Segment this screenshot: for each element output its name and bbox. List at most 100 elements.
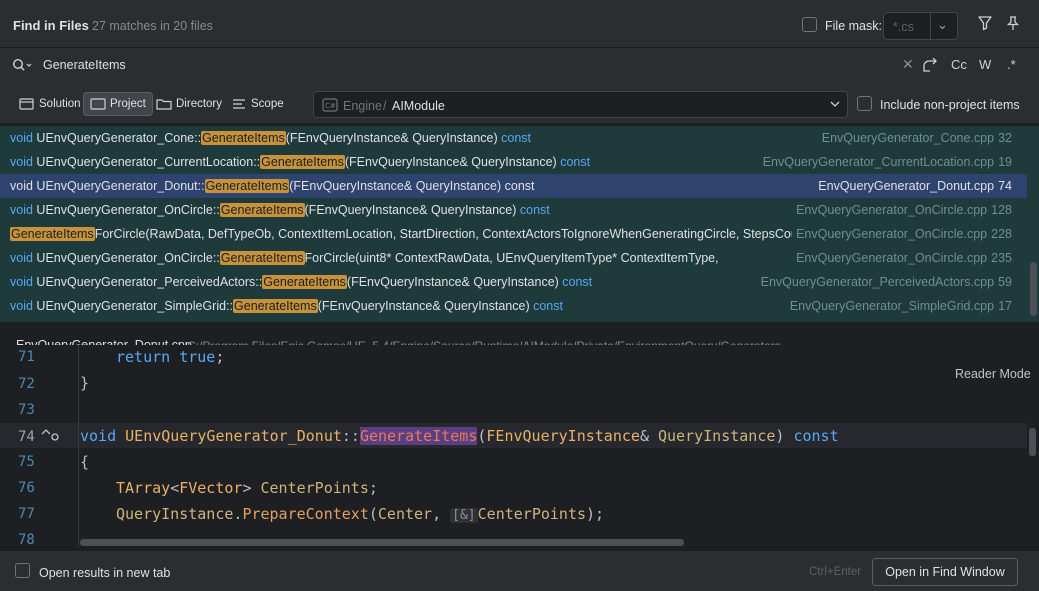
- override-icon[interactable]: [40, 427, 60, 443]
- result-prefix: UEnvQueryGenerator_Donut::: [32, 179, 205, 193]
- new-tab-checkbox[interactable]: [15, 563, 30, 578]
- result-row[interactable]: void UEnvQueryGenerator_PerceivedActors:…: [0, 270, 1027, 294]
- result-match: GenerateItems: [219, 203, 305, 217]
- scope-bar: Solution Project Directory Scope C# Engi…: [0, 84, 1039, 124]
- new-tab-label: Open results in new tab: [39, 566, 171, 580]
- result-keyword: void: [10, 275, 33, 289]
- search-input[interactable]: GenerateItems: [43, 58, 126, 72]
- result-match: GenerateItems: [260, 155, 345, 169]
- scope-directory-label: Directory: [176, 98, 223, 110]
- reader-mode-toggle[interactable]: Reader Mode: [955, 367, 1031, 381]
- scope-project-button[interactable]: Project: [83, 92, 153, 116]
- file-mask-input[interactable]: *.cs ⌄: [883, 12, 958, 40]
- include-non-project-label: Include non-project items: [880, 98, 1020, 112]
- result-line: 32: [998, 131, 1012, 145]
- result-file: EnvQueryGenerator_PerceivedActors.cpp: [760, 275, 995, 289]
- result-row[interactable]: void UEnvQueryGenerator_Donut::GenerateI…: [0, 174, 1027, 198]
- regex-toggle[interactable]: .*: [1007, 57, 1016, 72]
- result-keyword: const: [560, 155, 591, 169]
- file-mask-checkbox[interactable]: [802, 17, 817, 32]
- scope-solution-button[interactable]: Solution: [13, 92, 87, 116]
- chevron-down-icon[interactable]: ⌄: [937, 17, 948, 33]
- result-line: 74: [998, 179, 1012, 193]
- cpp-module-icon: C#: [322, 98, 338, 112]
- shortcut-hint: Ctrl+Enter: [809, 566, 862, 578]
- file-mask-divider: [930, 13, 931, 39]
- svg-text:C#: C#: [325, 102, 336, 110]
- result-suffix: (FEnvQueryInstance& QueryInstance): [346, 275, 563, 289]
- result-keyword: void: [10, 179, 33, 193]
- results-scrollbar[interactable]: [1030, 262, 1037, 316]
- code-line: void UEnvQueryGenerator_Donut::GenerateI…: [80, 427, 839, 445]
- clear-icon[interactable]: ✕: [902, 56, 914, 73]
- result-line: 228: [991, 227, 1012, 241]
- code-line: TArray<FVector> CenterPoints;: [116, 479, 378, 497]
- result-line: 59: [998, 275, 1012, 289]
- result-code: void UEnvQueryGenerator_Donut::GenerateI…: [10, 179, 535, 193]
- result-row[interactable]: void UEnvQueryGenerator_Cone::GenerateIt…: [0, 126, 1027, 150]
- editor-hscrollbar[interactable]: [80, 539, 684, 546]
- result-match: GenerateItems: [233, 299, 318, 313]
- result-file: EnvQueryGenerator_OnCircle.cpp: [796, 251, 988, 265]
- include-non-project-checkbox[interactable]: [857, 96, 872, 111]
- line-number: 78: [18, 532, 35, 547]
- result-line: 128: [991, 203, 1012, 217]
- gutter-divider: [78, 345, 79, 547]
- scope-scope-button[interactable]: Scope: [225, 92, 290, 116]
- result-location: EnvQueryGenerator_Cone.cpp 32: [817, 131, 1012, 145]
- result-row[interactable]: void UEnvQueryGenerator_SimpleGrid::Gene…: [0, 294, 1027, 318]
- result-keyword: void: [10, 131, 33, 145]
- editor-vscrollbar[interactable]: [1029, 428, 1036, 456]
- result-location: EnvQueryGenerator_Donut.cpp 74: [814, 179, 1012, 193]
- result-prefix: UEnvQueryGenerator_CurrentLocation::: [32, 155, 261, 169]
- replace-icon[interactable]: [921, 58, 939, 74]
- scope-project-label: Project: [110, 98, 146, 110]
- file-mask-label: File mask:: [825, 19, 882, 33]
- code-line: {: [80, 453, 90, 471]
- line-number: 71: [18, 349, 35, 365]
- match-case-toggle[interactable]: Cc: [951, 57, 967, 72]
- chevron-down-icon[interactable]: [829, 98, 841, 110]
- open-in-find-window-button[interactable]: Open in Find Window: [872, 558, 1018, 586]
- result-row[interactable]: void UEnvQueryGenerator_OnCircle::Genera…: [0, 198, 1027, 222]
- result-match: GenerateItems: [262, 275, 347, 289]
- result-match: GenerateItems: [204, 179, 290, 193]
- result-row[interactable]: GenerateItemsForCircle(RawData, DefTypeO…: [0, 222, 1027, 246]
- module-prefix: Engine: [343, 99, 382, 113]
- result-location: EnvQueryGenerator_PerceivedActors.cpp 59: [756, 275, 1012, 289]
- module-name: AIModule: [392, 99, 445, 113]
- result-match: GenerateItems: [219, 251, 305, 265]
- result-location: EnvQueryGenerator_OnCircle.cpp 228: [792, 227, 1012, 241]
- search-icon[interactable]: [12, 58, 32, 72]
- solution-icon: [19, 98, 34, 110]
- scope-scope-label: Scope: [251, 98, 284, 110]
- result-code: void UEnvQueryGenerator_OnCircle::Genera…: [10, 203, 550, 217]
- line-number: 73: [18, 402, 35, 418]
- find-footer: Open results in new tab Ctrl+Enter Open …: [0, 550, 1039, 591]
- result-code: void UEnvQueryGenerator_PerceivedActors:…: [10, 275, 592, 289]
- result-row[interactable]: void UEnvQueryGenerator_OnCircle::Genera…: [0, 246, 1027, 270]
- search-bar: GenerateItems ✕ Cc W .*: [0, 48, 1039, 84]
- result-row[interactable]: void UEnvQueryGenerator_CurrentLocation:…: [0, 150, 1027, 174]
- filter-icon[interactable]: [977, 15, 993, 31]
- pin-icon[interactable]: [1005, 15, 1021, 31]
- result-prefix: UEnvQueryGenerator_Cone::: [32, 131, 202, 145]
- scope-directory-button[interactable]: Directory: [150, 92, 228, 116]
- module-selector[interactable]: C# Engine / AIModule: [313, 91, 848, 118]
- result-code: void UEnvQueryGenerator_SimpleGrid::Gene…: [10, 299, 563, 313]
- code-preview[interactable]: 71 return true; 72 } 73 74 void UEnvQuer…: [0, 345, 1039, 547]
- result-prefix: UEnvQueryGenerator_OnCircle::: [32, 203, 220, 217]
- panel-title: Find in Files: [13, 18, 89, 33]
- line-number: 77: [18, 506, 35, 522]
- result-suffix: ForCircle(RawData, DefTypeOb, ContextIte…: [94, 227, 847, 241]
- code-line: }: [80, 374, 90, 392]
- whole-words-toggle[interactable]: W: [979, 57, 991, 72]
- result-suffix: (FEnvQueryInstance& QueryInstance): [304, 203, 520, 217]
- result-keyword: const: [533, 299, 563, 313]
- results-list: void UEnvQueryGenerator_Cone::GenerateIt…: [0, 126, 1039, 322]
- result-match: GenerateItems: [201, 131, 286, 145]
- module-separator: /: [383, 99, 387, 113]
- result-location: EnvQueryGenerator_OnCircle.cpp 128: [792, 203, 1012, 217]
- result-suffix: (FEnvQueryInstance& QueryInstance): [285, 131, 502, 145]
- result-file: EnvQueryGenerator_CurrentLocation.cpp: [762, 155, 995, 169]
